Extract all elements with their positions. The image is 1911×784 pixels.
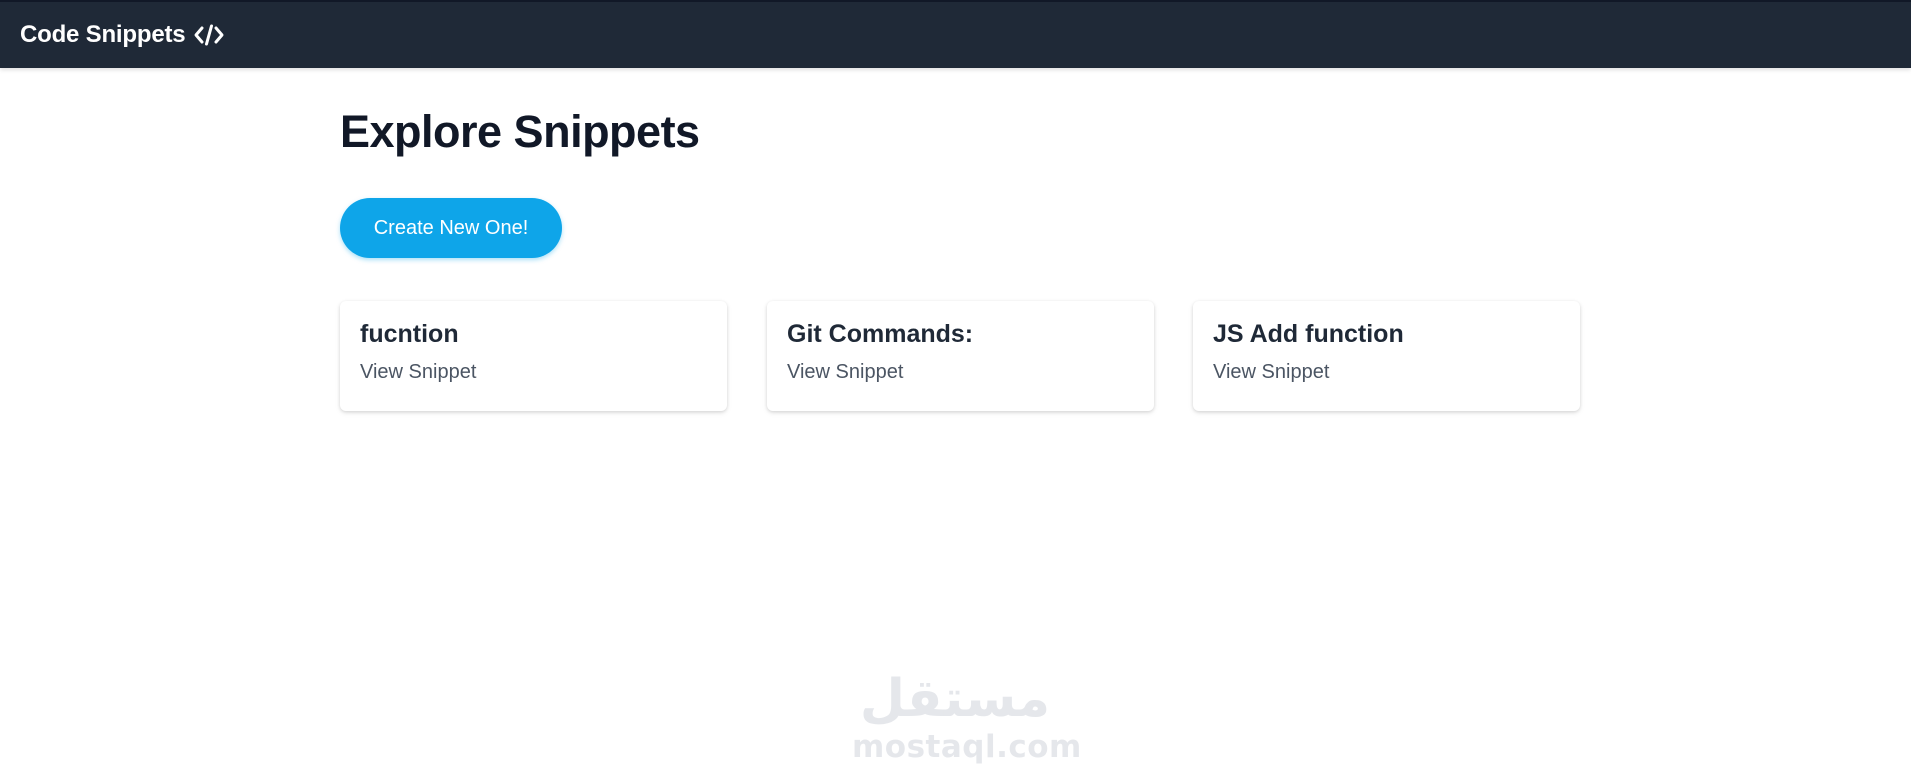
snippet-card: JS Add function View Snippet xyxy=(1193,301,1580,411)
view-snippet-link[interactable]: View Snippet xyxy=(787,361,903,384)
watermark-arabic-text: مستقل xyxy=(859,669,1051,729)
view-snippet-link[interactable]: View Snippet xyxy=(360,361,476,384)
snippet-title: Git Commands: xyxy=(787,320,974,348)
watermark-latin-text: mostaql.com xyxy=(852,729,1082,765)
snippet-card: fucntion View Snippet xyxy=(340,301,727,411)
snippet-title: JS Add function xyxy=(1213,320,1404,348)
brand-link[interactable]: Code Snippets xyxy=(20,21,224,49)
watermark-logo: مستقل mostaql.com xyxy=(852,668,1082,765)
snippet-title: fucntion xyxy=(360,320,459,348)
view-snippet-link[interactable]: View Snippet xyxy=(1213,361,1329,384)
snippet-list: fucntion View Snippet Git Commands: View… xyxy=(340,301,1580,421)
create-snippet-button[interactable]: Create New One! xyxy=(340,198,562,258)
page-title: Explore Snippets xyxy=(340,106,700,157)
snippet-card: Git Commands: View Snippet xyxy=(767,301,1154,411)
code-icon xyxy=(194,23,224,47)
top-navbar: Code Snippets xyxy=(0,0,1911,68)
brand-label: Code Snippets xyxy=(20,21,186,48)
